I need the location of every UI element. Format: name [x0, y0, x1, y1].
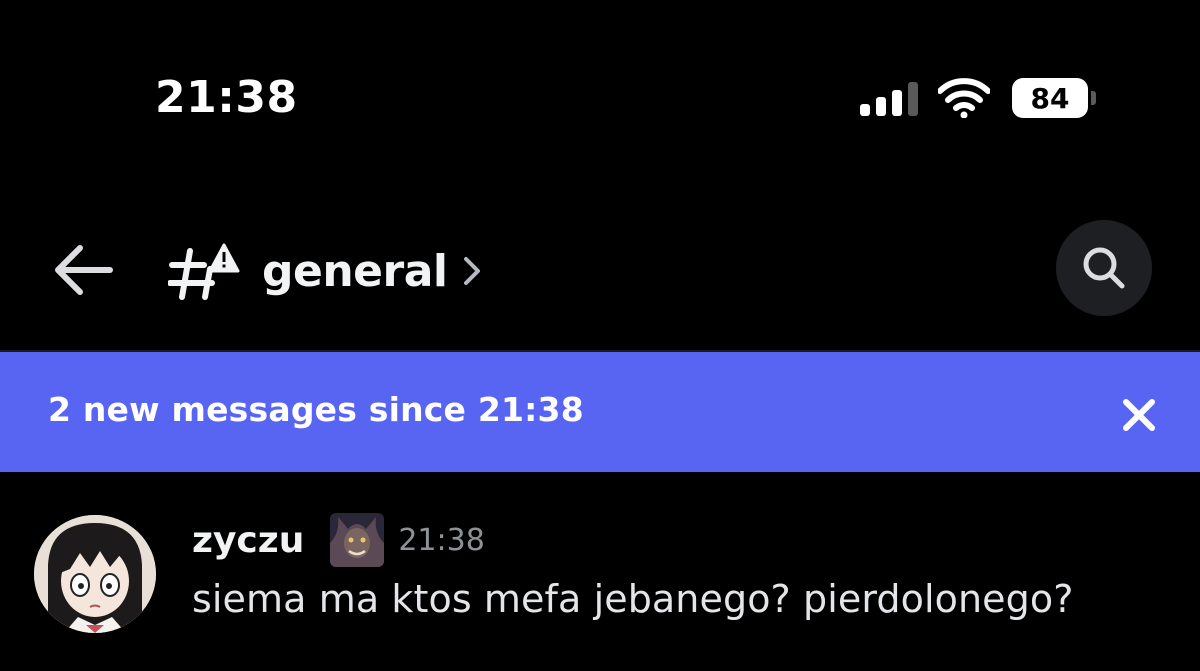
new-messages-banner[interactable]: 2 new messages since 21:38	[0, 352, 1200, 472]
new-messages-text: 2 new messages since 21:38	[48, 390, 584, 429]
wifi-icon	[938, 78, 990, 118]
channel-header: general	[0, 215, 1200, 325]
status-bar: 21:38 84	[0, 0, 1200, 200]
app-screen: 21:38 84 general 2 new messages since 21…	[0, 0, 1200, 671]
text-channel-locked-icon	[168, 243, 240, 300]
battery-tip	[1091, 91, 1096, 105]
anime-girl-avatar[interactable]	[34, 515, 156, 633]
channel-name: general	[262, 245, 448, 297]
battery-icon: 84	[1012, 78, 1096, 118]
back-arrow-icon[interactable]	[50, 240, 116, 300]
message-timestamp: 21:38	[398, 522, 485, 558]
chevron-right-icon	[464, 257, 481, 285]
search-icon	[1083, 247, 1125, 289]
search-button[interactable]	[1056, 220, 1152, 316]
status-clock: 21:38	[155, 72, 298, 123]
close-icon[interactable]	[1118, 394, 1160, 436]
warrior-role-icon[interactable]	[330, 513, 385, 567]
battery-level: 84	[1012, 78, 1088, 118]
message-item: zyczu 21:38 siema ma ktos mefa jebanego?…	[0, 495, 1200, 671]
channel-title-button[interactable]: general	[168, 231, 483, 311]
message-username[interactable]: zyczu	[192, 520, 304, 561]
message-header: zyczu 21:38	[192, 513, 485, 567]
message-content: siema ma ktos mefa jebanego? pierdoloneg…	[192, 577, 1074, 621]
signal-icon	[860, 82, 918, 116]
